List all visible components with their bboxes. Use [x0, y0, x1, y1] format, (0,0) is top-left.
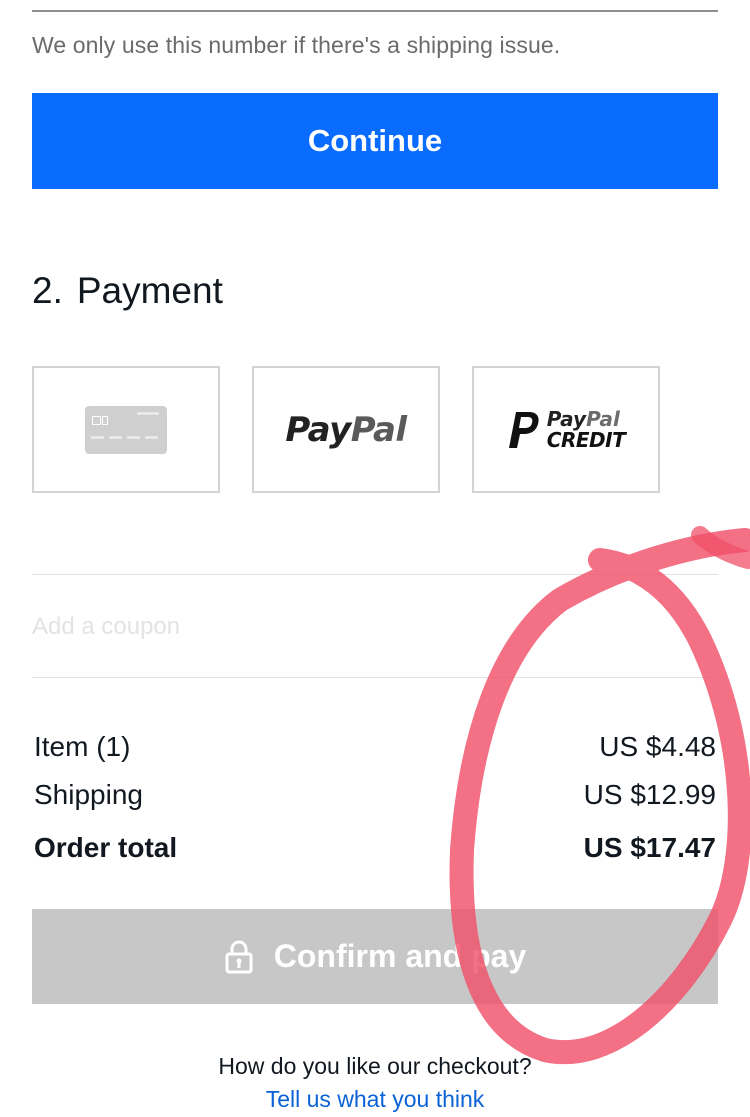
add-coupon-link[interactable]: Add a coupon [32, 613, 180, 641]
lock-icon [225, 940, 253, 973]
payment-option-card[interactable] [32, 366, 220, 493]
payment-option-paypal-credit[interactable]: PayPal CREDIT [472, 366, 660, 493]
shipping-label: Shipping [34, 779, 143, 810]
payment-section-title: 2. Payment [32, 270, 223, 312]
confirm-and-pay-button[interactable]: Confirm and pay [32, 909, 718, 1004]
order-total-value: US $17.47 [583, 832, 716, 863]
phone-helper-text: We only use this number if there's a shi… [32, 32, 561, 58]
continue-button[interactable]: Continue [32, 93, 718, 189]
coupon-divider-top [32, 574, 718, 575]
confirm-label: Confirm and pay [273, 938, 527, 974]
summary-item-row: Item (1) US $4.48 [34, 731, 716, 763]
payment-option-paypal[interactable]: PayPal [252, 366, 440, 493]
shipping-value: US $12.99 [583, 779, 716, 810]
paypal-p-icon [508, 411, 539, 448]
feedback-link[interactable]: Tell us what you think [0, 1086, 750, 1113]
credit-card-icon [85, 405, 167, 454]
checkout-page: We only use this number if there's a shi… [0, 0, 750, 1117]
item-value: US $4.48 [599, 731, 716, 762]
paypal-logo: PayPal [285, 409, 407, 450]
item-label: Item (1) [34, 731, 131, 762]
summary-shipping-row: Shipping US $12.99 [34, 779, 716, 811]
paypal-credit-logo: PayPal CREDIT [507, 409, 626, 450]
phone-field-underline [32, 10, 718, 12]
feedback-question: How do you like our checkout? [218, 1053, 532, 1079]
order-total-label: Order total [34, 832, 178, 863]
payment-title: Payment [76, 270, 223, 311]
coupon-divider-bottom [32, 677, 718, 678]
summary-total-row: Order total US $17.47 [34, 832, 716, 864]
step-number: 2. [32, 270, 63, 311]
